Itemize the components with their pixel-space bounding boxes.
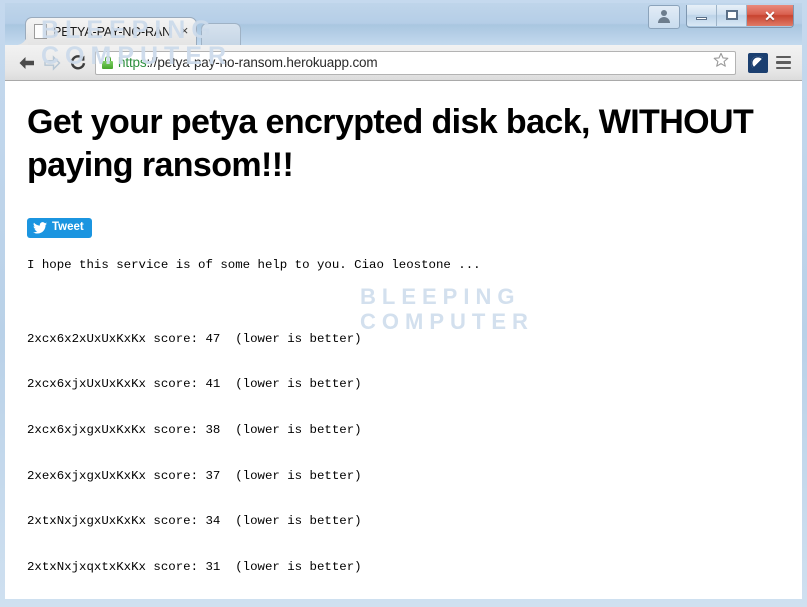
back-button[interactable] bbox=[13, 50, 39, 76]
page-content: BLEEPING COMPUTER Get your petya encrypt… bbox=[5, 81, 802, 599]
tweet-button[interactable]: Tweet bbox=[27, 218, 92, 238]
score-row: 2xcx6xjxUxUxKxKx score: 41 (lower is bet… bbox=[27, 377, 362, 392]
user-icon[interactable] bbox=[648, 5, 680, 29]
browser-toolbar: https://petya-pay-no-ransom.herokuapp.co… bbox=[5, 45, 802, 81]
url-rest: ://petya-pay-no-ransom.herokuapp.com bbox=[146, 55, 378, 70]
page-text-layer: Get your petya encrypted disk back, WITH… bbox=[27, 101, 780, 599]
bookmark-star-icon[interactable] bbox=[711, 52, 731, 73]
close-icon[interactable]: × bbox=[177, 24, 192, 39]
lock-body bbox=[102, 61, 113, 69]
reload-button[interactable] bbox=[65, 50, 91, 76]
tweet-button-label: Tweet bbox=[52, 221, 84, 234]
user-glyph bbox=[661, 10, 667, 16]
maximize-icon bbox=[726, 10, 738, 20]
menu-icon[interactable] bbox=[772, 52, 794, 74]
page-viewport: BLEEPING COMPUTER Get your petya encrypt… bbox=[5, 81, 802, 599]
window-controls: ✕ bbox=[686, 5, 794, 28]
close-window-button[interactable]: ✕ bbox=[747, 5, 793, 26]
minimize-icon bbox=[696, 17, 707, 20]
score-row: 2xtxNxjxgxUxKxKx score: 34 (lower is bet… bbox=[27, 514, 362, 529]
twitter-bird-icon bbox=[33, 222, 47, 234]
back-arrow-icon bbox=[19, 56, 34, 69]
score-list: 2xcx6x2xUxUxKxKx score: 47 (lower is bet… bbox=[27, 301, 780, 599]
window-inner: PETYA-PAY-NO-RAN × ✕ https://petya-pay-n… bbox=[5, 3, 802, 601]
score-row: 2xcx6x2xUxUxKxKx score: 47 (lower is bet… bbox=[27, 331, 362, 346]
score-row: 2xex6xjxgxUxKxKx score: 37 (lower is bet… bbox=[27, 468, 362, 483]
lock-icon bbox=[102, 56, 113, 69]
menu-bar-3 bbox=[775, 66, 791, 70]
forward-button[interactable] bbox=[39, 50, 65, 76]
caption-button-group: ✕ bbox=[648, 5, 794, 29]
forward-arrow-icon bbox=[43, 54, 60, 71]
menu-bar-1 bbox=[775, 55, 791, 59]
extension-icon[interactable] bbox=[748, 52, 768, 73]
intro-text: I hope this service is of some help to y… bbox=[27, 258, 481, 272]
page-title: Get your petya encrypted disk back, WITH… bbox=[27, 103, 754, 184]
menu-bar-2 bbox=[775, 61, 791, 64]
maximize-button[interactable] bbox=[717, 5, 747, 26]
close-icon: ✕ bbox=[764, 7, 776, 24]
score-row: 2xtxNxjxqxtxKxKx score: 31 (lower is bet… bbox=[27, 559, 362, 574]
new-tab-button[interactable] bbox=[201, 23, 241, 45]
url-text: https://petya-pay-no-ransom.herokuapp.co… bbox=[118, 55, 711, 70]
tab-title: PETYA-PAY-NO-RAN bbox=[53, 24, 172, 39]
score-row: 2xcx6xjxgxUxKxKx score: 38 (lower is bet… bbox=[27, 423, 362, 438]
url-scheme: https bbox=[118, 55, 147, 70]
address-bar[interactable]: https://petya-pay-no-ransom.herokuapp.co… bbox=[95, 50, 736, 75]
reload-icon bbox=[70, 54, 86, 69]
browser-tab[interactable]: PETYA-PAY-NO-RAN × bbox=[16, 17, 197, 46]
browser-window: PETYA-PAY-NO-RAN × ✕ https://petya-pay-n… bbox=[0, 0, 807, 607]
title-bar: PETYA-PAY-NO-RAN × ✕ bbox=[5, 3, 802, 46]
minimize-button[interactable] bbox=[687, 5, 717, 26]
page-icon bbox=[34, 24, 47, 39]
